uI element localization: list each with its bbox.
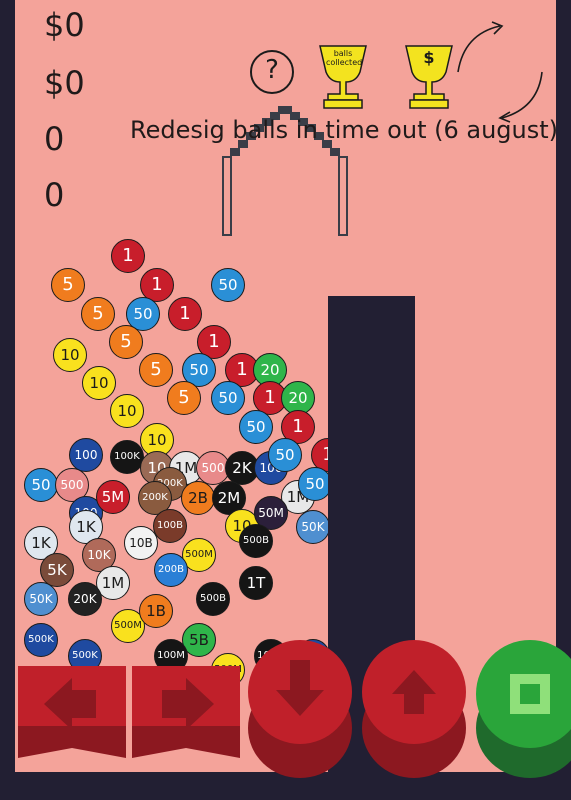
ball-7: 5 — [109, 325, 143, 359]
drop-down-button[interactable] — [246, 640, 356, 780]
ball-20: 50 — [239, 410, 273, 444]
ball-55: 1T — [239, 566, 273, 600]
ball-30: 50 — [268, 438, 302, 472]
ball-10: 5 — [139, 353, 173, 387]
ball-61: 500K — [24, 623, 58, 657]
ball-0: 1 — [111, 239, 145, 273]
money-display: $0 — [44, 6, 85, 44]
money-trophy-button[interactable]: $ — [402, 44, 456, 114]
swap-arrows-icon[interactable] — [454, 20, 554, 124]
ball-36: 2B — [181, 481, 215, 515]
game-stage: $0 $0 0 0 ? balls collected $ Redesig ba… — [0, 0, 571, 800]
ball-60: 1B — [139, 594, 173, 628]
ball-1: 5 — [51, 268, 85, 302]
ball-41: 5M — [96, 480, 130, 514]
balls-trophy-label: balls collected — [326, 49, 363, 67]
ball-6: 1 — [168, 297, 202, 331]
ball-19: 10 — [110, 394, 144, 428]
ball-56: 50K — [24, 582, 58, 616]
income-display: $0 — [44, 64, 85, 102]
ball-32: 50 — [24, 468, 58, 502]
move-left-button[interactable] — [18, 666, 128, 760]
money-trophy-label: $ — [423, 48, 435, 67]
update-notice: Redesig balls in time out (6 august) — [130, 116, 559, 144]
ball-58: 500B — [196, 582, 230, 616]
help-button[interactable]: ? — [248, 48, 296, 100]
ball-14: 10 — [82, 366, 116, 400]
collected-count-display: 0 — [44, 176, 65, 214]
ball-15: 5 — [167, 381, 201, 415]
ball-43: 100B — [153, 509, 187, 543]
ball-49: 10B — [124, 526, 158, 560]
help-label: ? — [265, 55, 279, 85]
ball-4: 5 — [81, 297, 115, 331]
ball-9: 10 — [53, 338, 87, 372]
move-right-button[interactable] — [132, 666, 242, 760]
ball-46: 50K — [296, 510, 330, 544]
ball-51: 500B — [239, 524, 273, 558]
ball-57: 20K — [68, 582, 102, 616]
stop-button[interactable] — [474, 640, 571, 780]
ball-24: 100K — [110, 440, 144, 474]
up-button[interactable] — [360, 640, 470, 780]
ball-39: 50 — [298, 467, 332, 501]
ball-5: 50 — [211, 268, 245, 302]
ball-16: 50 — [211, 381, 245, 415]
balls-count-display: 0 — [44, 120, 65, 158]
ball-23: 100 — [69, 438, 103, 472]
ball-54: 200B — [154, 553, 188, 587]
